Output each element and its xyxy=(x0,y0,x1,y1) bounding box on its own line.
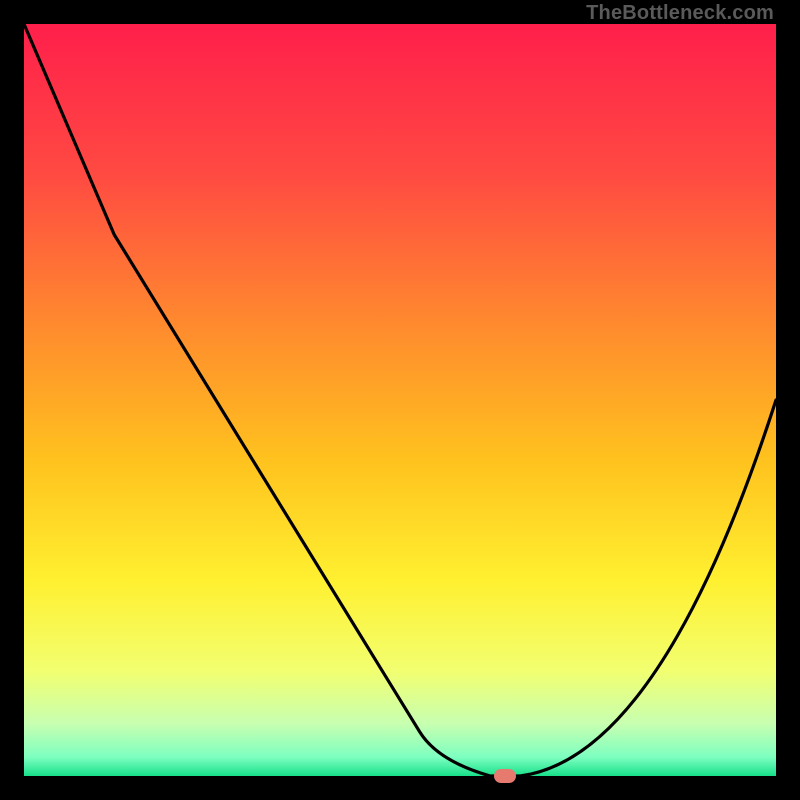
bottleneck-chart: TheBottleneck.com xyxy=(0,0,800,800)
watermark-text: TheBottleneck.com xyxy=(586,2,774,25)
optimal-point-marker xyxy=(494,769,516,783)
plot-area xyxy=(24,24,776,776)
curve-layer xyxy=(24,24,776,776)
bottleneck-curve-path xyxy=(24,24,776,776)
